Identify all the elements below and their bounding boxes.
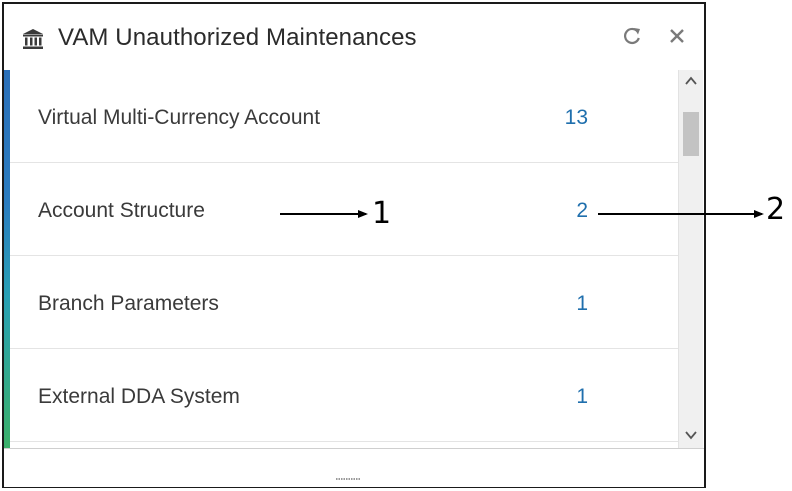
list-rows: Virtual Multi-Currency Account 13 Accoun… — [10, 70, 678, 442]
chevron-up-icon[interactable] — [683, 74, 699, 88]
scrollbar-thumb[interactable] — [683, 112, 699, 156]
vam-unauthorized-maintenances-widget: VAM Unauthorized Maintenances Virtual Mu… — [2, 2, 706, 488]
refresh-icon[interactable] — [622, 26, 642, 46]
list-item-virtual-multi-currency-account[interactable]: Virtual Multi-Currency Account 13 — [10, 70, 678, 163]
resize-handle-icon[interactable] — [336, 477, 360, 481]
close-icon[interactable] — [668, 27, 686, 45]
row-label: Account Structure — [38, 199, 205, 222]
list-item-account-structure[interactable]: Account Structure 2 — [10, 163, 678, 256]
list-item-external-dda-system[interactable]: External DDA System 1 — [10, 349, 678, 442]
vertical-scrollbar[interactable] — [678, 70, 703, 448]
row-label: External DDA System — [38, 385, 240, 408]
widget-footer — [4, 448, 704, 487]
callout-label-1: 1 — [372, 196, 392, 231]
widget-title: VAM Unauthorized Maintenances — [58, 24, 417, 51]
maintenance-list: Virtual Multi-Currency Account 13 Accoun… — [4, 70, 704, 448]
row-count[interactable]: 13 — [565, 106, 588, 130]
list-item-branch-parameters[interactable]: Branch Parameters 1 — [10, 256, 678, 349]
row-label: Branch Parameters — [38, 292, 219, 315]
widget-header: VAM Unauthorized Maintenances — [4, 4, 704, 70]
row-count[interactable]: 1 — [576, 292, 588, 316]
chevron-down-icon[interactable] — [683, 428, 699, 442]
row-count[interactable]: 1 — [576, 385, 588, 409]
page: VAM Unauthorized Maintenances Virtual Mu… — [0, 0, 792, 491]
callout-label-2: 2 — [766, 192, 786, 227]
row-count[interactable]: 2 — [576, 199, 588, 223]
bank-icon — [23, 29, 43, 49]
row-label: Virtual Multi-Currency Account — [38, 106, 321, 129]
